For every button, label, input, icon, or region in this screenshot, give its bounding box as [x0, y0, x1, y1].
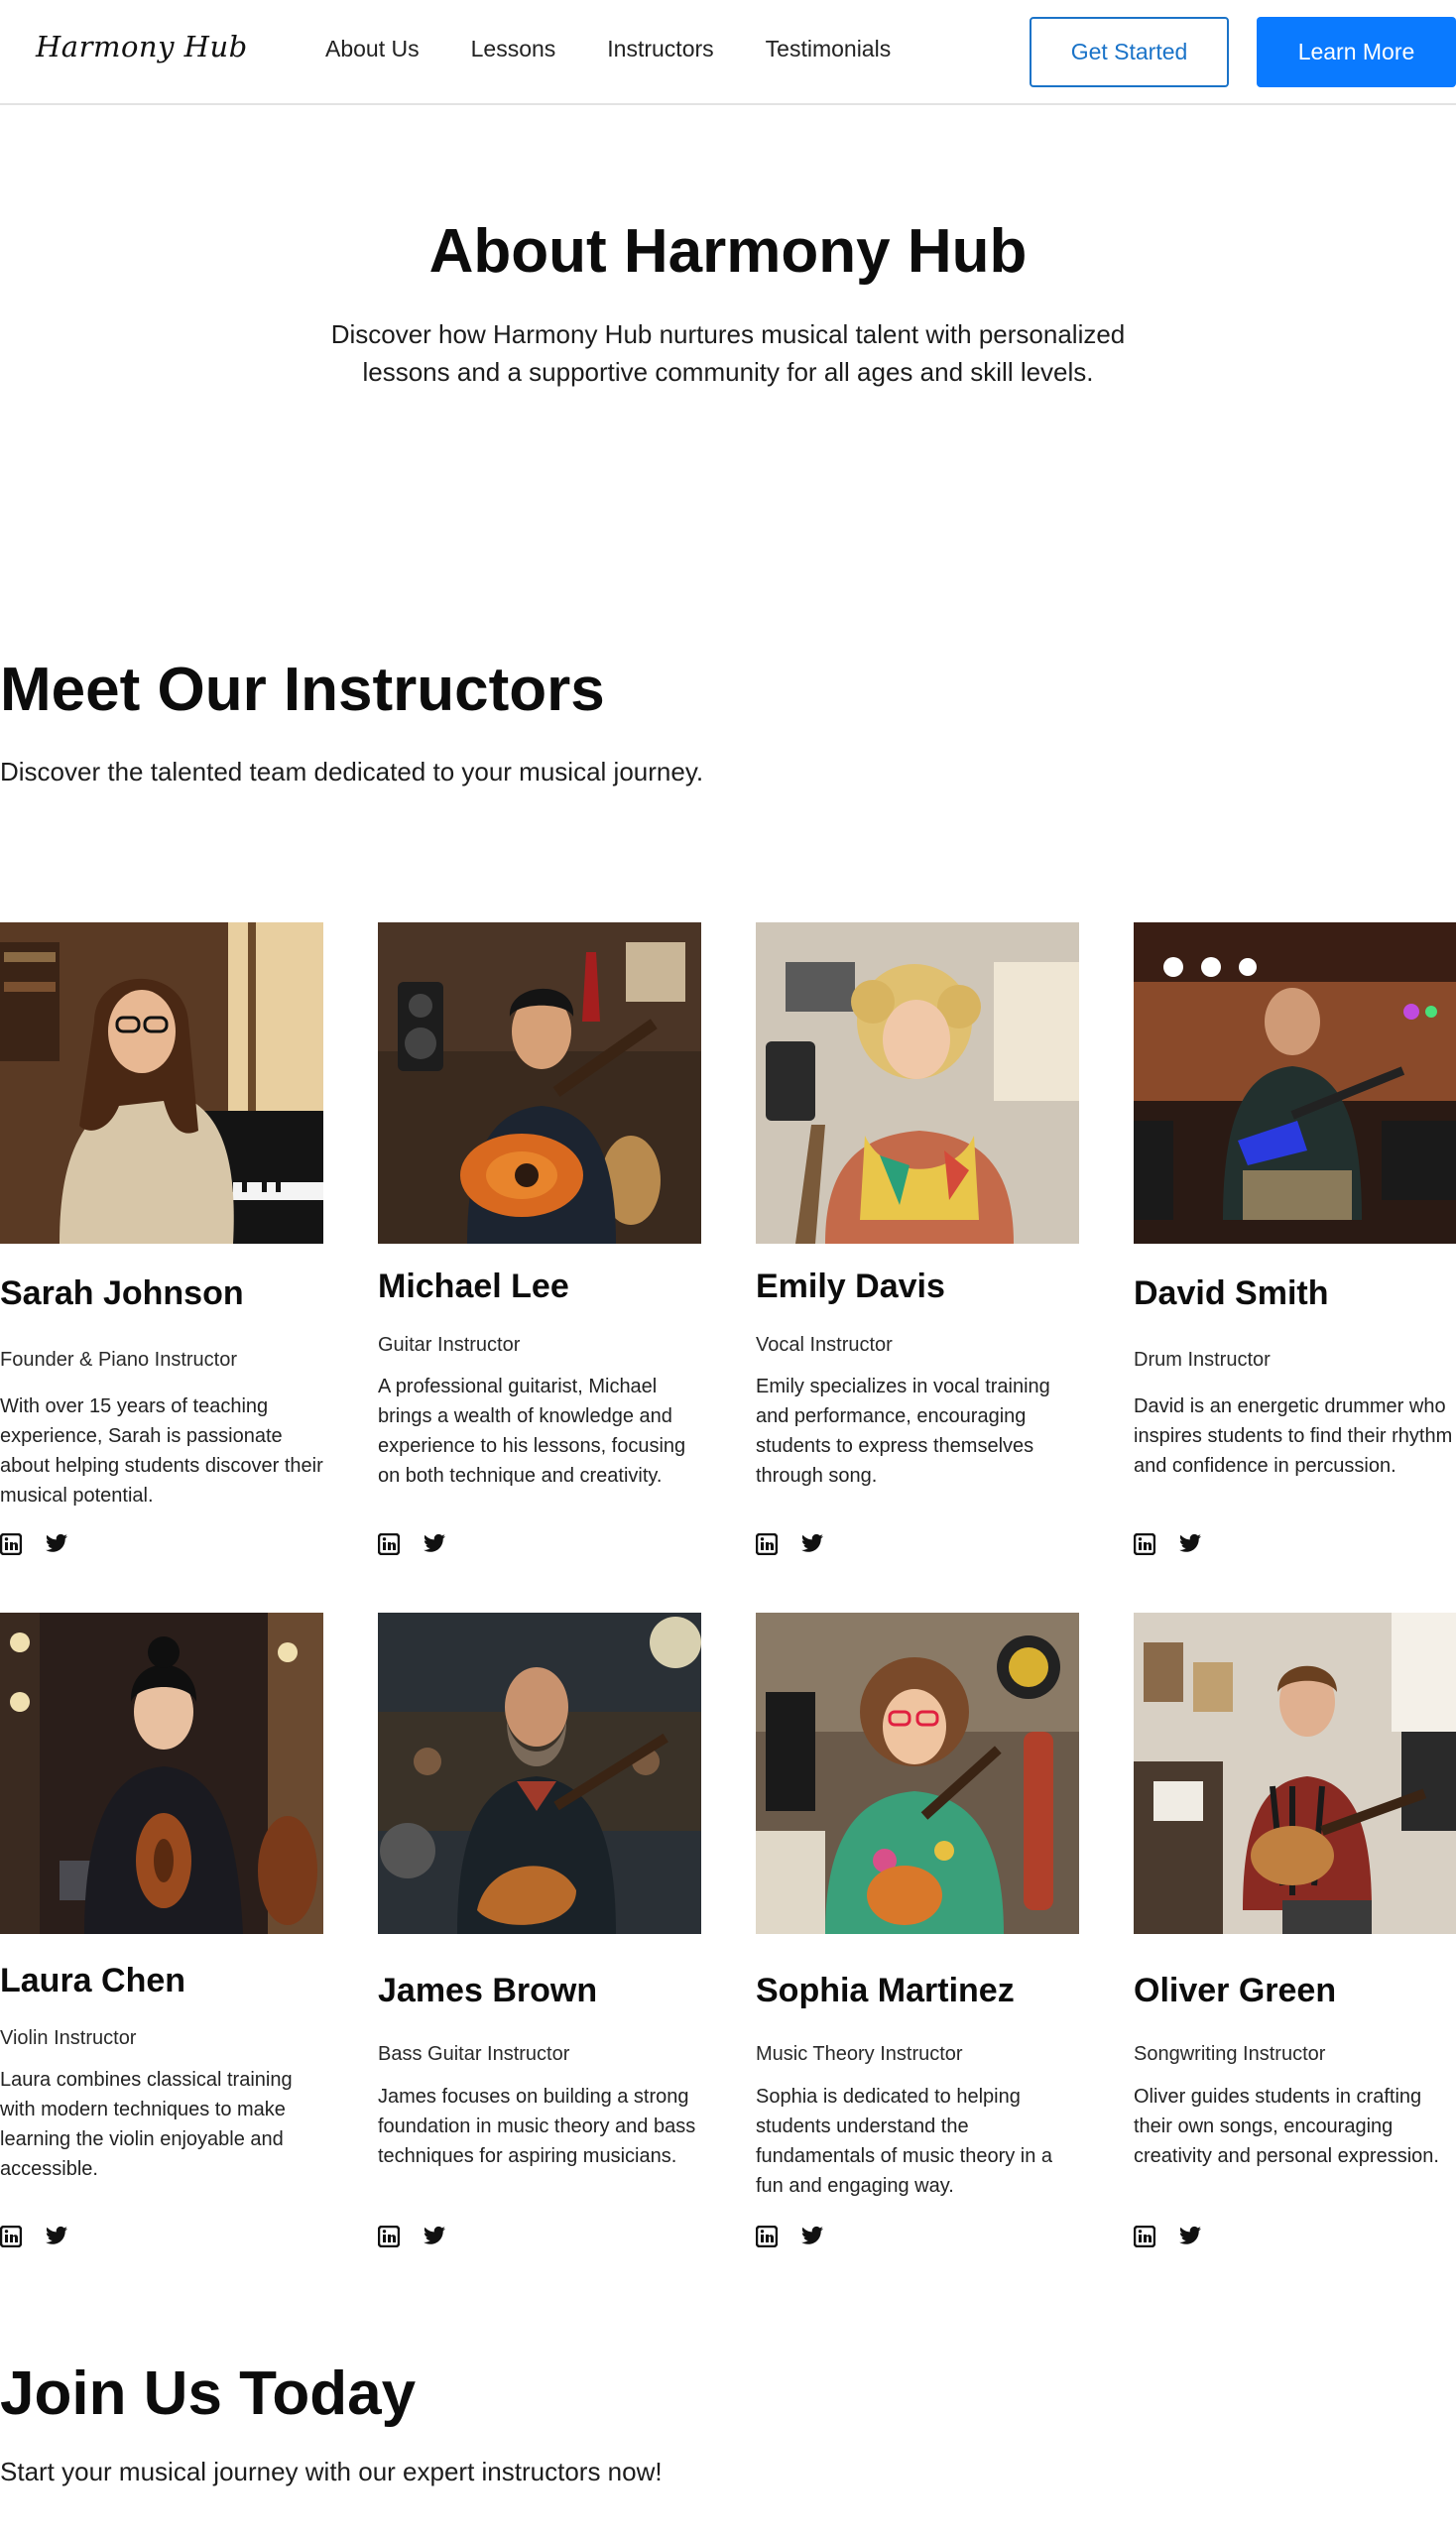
linkedin-icon[interactable]: [756, 1533, 778, 1555]
instructor-card: Michael Lee Guitar Instructor A professi…: [378, 922, 701, 1555]
instructor-card: David Smith Drum Instructor David is an …: [1134, 922, 1456, 1555]
linkedin-icon[interactable]: [1134, 2226, 1155, 2247]
twitter-icon[interactable]: [46, 1533, 67, 1555]
instructor-role: Guitar Instructor: [378, 1334, 521, 1356]
instructor-photo-acoustic-guitar: [378, 922, 701, 1244]
linkedin-icon[interactable]: [756, 2226, 778, 2247]
about-title: About Harmony Hub: [428, 217, 1028, 286]
instructor-bio: David is an energetic drummer who inspir…: [1134, 1395, 1453, 1477]
social-links: [0, 1533, 67, 1555]
instructor-role: Violin Instructor: [0, 2027, 137, 2049]
instructor-role: Drum Instructor: [1134, 1349, 1271, 1371]
instructor-name: Michael Lee: [378, 1268, 569, 1305]
instructor-photo-electric-guitar: [1134, 922, 1456, 1244]
join-subtitle: Start your musical journey with our expe…: [0, 2457, 663, 2486]
get-started-button[interactable]: Get Started: [1030, 17, 1229, 87]
instructor-bio: A professional guitarist, Michael brings…: [378, 1376, 686, 1487]
instructors-section-title: Meet Our Instructors: [0, 656, 605, 724]
instructor-photo-ukulele: [756, 1613, 1079, 1934]
social-links: [0, 2226, 67, 2247]
instructor-card: Oliver Green Songwriting Instructor Oliv…: [1134, 1613, 1456, 2247]
about-text: Discover how Harmony Hub nurtures musica…: [330, 319, 1126, 387]
instructor-role: Music Theory Instructor: [756, 2043, 963, 2065]
instructor-bio: James focuses on building a strong found…: [378, 2086, 696, 2167]
twitter-icon[interactable]: [1179, 2226, 1201, 2247]
instructor-card: Sophia Martinez Music Theory Instructor …: [756, 1613, 1079, 2247]
instructor-name: Laura Chen: [0, 1962, 186, 1999]
twitter-icon[interactable]: [424, 1533, 445, 1555]
twitter-icon[interactable]: [46, 2226, 67, 2247]
join-title: Join Us Today: [0, 2359, 417, 2428]
social-links: [378, 2226, 445, 2247]
instructor-name: Sophia Martinez: [756, 1972, 1015, 2009]
instructor-role: Founder & Piano Instructor: [0, 1349, 238, 1371]
twitter-icon[interactable]: [801, 1533, 823, 1555]
instructor-bio: Laura combines classical training with m…: [0, 2069, 293, 2180]
instructor-photo-songwriting: [1134, 1613, 1456, 1934]
social-links: [1134, 2226, 1201, 2247]
instructor-card: Emily Davis Vocal Instructor Emily speci…: [756, 922, 1079, 1555]
linkedin-icon[interactable]: [378, 1533, 400, 1555]
nav-link-lessons[interactable]: Lessons: [471, 36, 556, 62]
instructor-bio: With over 15 years of teaching experienc…: [0, 1395, 323, 1507]
learn-more-button[interactable]: Learn More: [1257, 17, 1456, 87]
social-links: [1134, 1533, 1201, 1555]
logo[interactable]: Harmony Hub: [36, 30, 248, 63]
instructor-photo-piano: [0, 922, 323, 1244]
instructor-name: Sarah Johnson: [0, 1274, 244, 1312]
instructor-role: Bass Guitar Instructor: [378, 2043, 570, 2065]
instructor-card: Sarah Johnson Founder & Piano Instructor…: [0, 922, 323, 1555]
instructor-photo-violin: [0, 1613, 323, 1934]
instructor-bio: Sophia is dedicated to helping students …: [756, 2086, 1053, 2197]
linkedin-icon[interactable]: [1134, 1533, 1155, 1555]
social-links: [756, 2226, 823, 2247]
twitter-icon[interactable]: [801, 2226, 823, 2247]
linkedin-icon[interactable]: [0, 2226, 22, 2247]
social-links: [756, 1533, 823, 1555]
nav-links: About Us Lessons Instructors Testimonial…: [325, 36, 891, 62]
instructors-section-subtitle: Discover the talented team dedicated to …: [0, 757, 704, 786]
nav-link-about-us[interactable]: About Us: [325, 36, 420, 62]
linkedin-icon[interactable]: [378, 2226, 400, 2247]
instructor-bio: Emily specializes in vocal training and …: [756, 1376, 1050, 1487]
instructor-role: Songwriting Instructor: [1134, 2043, 1326, 2065]
instructor-card: Laura Chen Violin Instructor Laura combi…: [0, 1613, 323, 2247]
instructor-photo-vocal: [756, 922, 1079, 1244]
nav-link-instructors[interactable]: Instructors: [607, 36, 713, 62]
instructor-name: James Brown: [378, 1972, 598, 2009]
twitter-icon[interactable]: [1179, 1533, 1201, 1555]
navbar: Harmony Hub About Us Lessons Instructors…: [0, 0, 1456, 105]
social-links: [378, 1533, 445, 1555]
instructor-bio: Oliver guides students in crafting their…: [1134, 2086, 1439, 2167]
instructor-card: James Brown Bass Guitar Instructor James…: [378, 1613, 701, 2247]
instructor-name: David Smith: [1134, 1274, 1329, 1312]
twitter-icon[interactable]: [424, 2226, 445, 2247]
nav-link-testimonials[interactable]: Testimonials: [766, 36, 892, 62]
linkedin-icon[interactable]: [0, 1533, 22, 1555]
instructor-name: Emily Davis: [756, 1268, 945, 1305]
instructor-role: Vocal Instructor: [756, 1334, 893, 1356]
instructor-photo-bass: [378, 1613, 701, 1934]
instructor-name: Oliver Green: [1134, 1972, 1337, 2009]
